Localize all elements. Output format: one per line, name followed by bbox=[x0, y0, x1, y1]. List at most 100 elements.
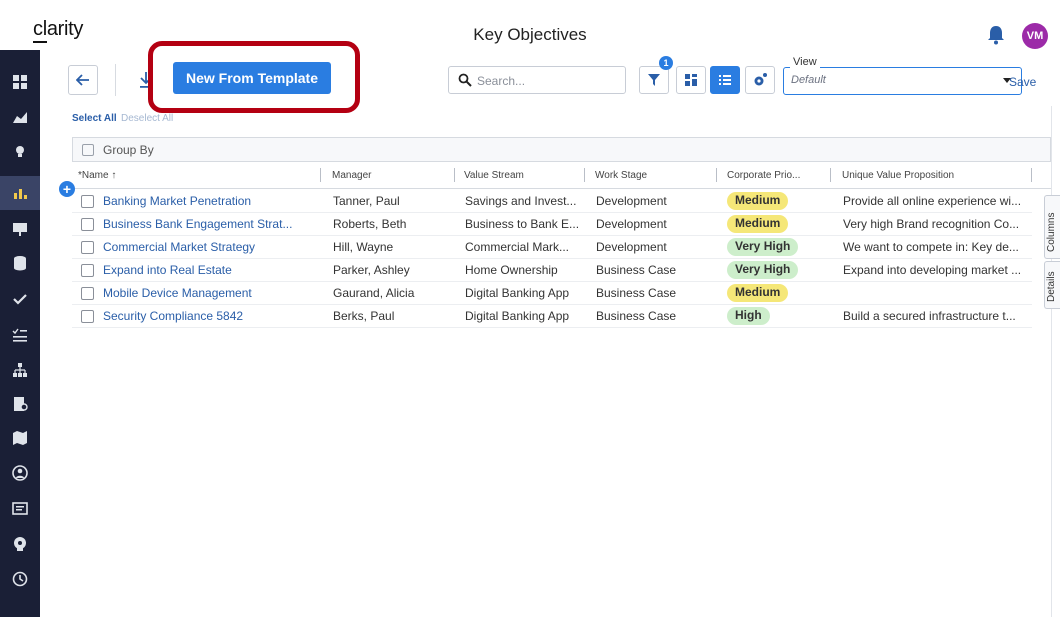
column-header-unique-value-proposition[interactable]: Unique Value Proposition bbox=[842, 170, 954, 181]
row-name-link[interactable]: Security Compliance 5842 bbox=[103, 309, 313, 323]
document-icon[interactable] bbox=[0, 387, 40, 421]
row-uvp: We want to compete in: Key de... bbox=[843, 240, 1019, 254]
gear-icon bbox=[754, 73, 767, 86]
row-value-stream: Digital Banking App bbox=[465, 286, 570, 300]
checklist-icon[interactable] bbox=[0, 318, 40, 352]
row-work-stage: Development bbox=[596, 194, 667, 208]
view-value[interactable]: Default bbox=[791, 74, 826, 86]
panel-border bbox=[1051, 106, 1052, 617]
row-value-stream: Business to Bank E... bbox=[465, 217, 580, 231]
columns-side-tab[interactable]: Columns bbox=[1044, 195, 1060, 259]
chart-area-icon[interactable] bbox=[0, 100, 40, 134]
board-view-button[interactable] bbox=[676, 66, 706, 94]
column-resize-handle[interactable] bbox=[830, 168, 831, 182]
left-sidebar bbox=[0, 50, 40, 617]
column-header-manager[interactable]: Manager bbox=[332, 170, 371, 181]
table-header: *Name ↑ Manager Value Stream Work Stage … bbox=[72, 163, 1051, 189]
row-checkbox[interactable] bbox=[81, 264, 94, 277]
row-name-link[interactable]: Business Bank Engagement Strat... bbox=[103, 217, 313, 231]
team-icon[interactable] bbox=[0, 456, 40, 490]
row-checkbox[interactable] bbox=[81, 287, 94, 300]
presentation-icon[interactable] bbox=[0, 212, 40, 246]
priority-badge: Medium bbox=[727, 284, 789, 302]
row-work-stage: Business Case bbox=[596, 309, 677, 323]
bell-icon[interactable] bbox=[987, 25, 1005, 45]
select-all-link[interactable]: Select All bbox=[72, 113, 117, 124]
deselect-all-link[interactable]: Deselect All bbox=[121, 113, 173, 124]
row-manager: Hill, Wayne bbox=[333, 240, 394, 254]
priority-badge: Medium bbox=[727, 192, 789, 210]
priority-badge: Very High bbox=[727, 238, 799, 256]
row-work-stage: Development bbox=[596, 240, 667, 254]
database-icon[interactable] bbox=[0, 246, 40, 280]
group-icon bbox=[82, 144, 94, 156]
row-work-stage: Business Case bbox=[596, 286, 677, 300]
map-icon[interactable] bbox=[0, 421, 40, 455]
priority-badge: Medium bbox=[727, 215, 789, 233]
arrow-left-icon bbox=[76, 74, 89, 86]
priority-badge: High bbox=[727, 307, 770, 325]
filter-count-badge: 1 bbox=[659, 56, 673, 70]
column-header-corporate-priority[interactable]: Corporate Prio... bbox=[727, 170, 800, 181]
sidebar-collapse-strip bbox=[0, 50, 40, 62]
details-side-tab[interactable]: Details bbox=[1044, 261, 1060, 309]
row-checkbox[interactable] bbox=[81, 218, 94, 231]
row-name-link[interactable]: Mobile Device Management bbox=[103, 286, 313, 300]
brain-icon[interactable] bbox=[0, 527, 40, 561]
configure-button[interactable] bbox=[745, 66, 775, 94]
back-button[interactable] bbox=[68, 65, 98, 95]
highlight-annotation bbox=[148, 41, 360, 113]
search-input[interactable]: Search... bbox=[448, 66, 626, 94]
column-resize-handle[interactable] bbox=[1031, 168, 1032, 182]
row-name-link[interactable]: Commercial Market Strategy bbox=[103, 240, 313, 254]
save-view-button[interactable]: Save bbox=[1009, 75, 1036, 89]
report-icon[interactable] bbox=[0, 492, 40, 526]
row-value-stream: Commercial Mark... bbox=[465, 240, 570, 254]
table-row[interactable]: Security Compliance 5842 Berks, Paul Dig… bbox=[72, 305, 1032, 328]
table-row[interactable]: Expand into Real Estate Parker, Ashley H… bbox=[72, 259, 1032, 282]
avatar[interactable]: VM bbox=[1022, 23, 1048, 49]
row-checkbox[interactable] bbox=[81, 195, 94, 208]
row-manager: Gaurand, Alicia bbox=[333, 286, 415, 300]
column-resize-handle[interactable] bbox=[716, 168, 717, 182]
row-checkbox[interactable] bbox=[81, 241, 94, 254]
row-manager: Parker, Ashley bbox=[333, 263, 410, 277]
check-icon[interactable] bbox=[0, 282, 40, 316]
hierarchy-icon[interactable] bbox=[0, 353, 40, 387]
column-header-work-stage[interactable]: Work Stage bbox=[595, 170, 647, 181]
group-by-bar[interactable]: Group By bbox=[72, 137, 1051, 162]
grid-icon[interactable] bbox=[0, 65, 40, 99]
row-uvp: Very high Brand recognition Co... bbox=[843, 217, 1020, 231]
row-checkbox[interactable] bbox=[81, 310, 94, 323]
details-tab-label: Details bbox=[1046, 271, 1057, 302]
row-name-link[interactable]: Expand into Real Estate bbox=[103, 263, 313, 277]
filter-button[interactable] bbox=[639, 66, 669, 94]
group-by-label: Group By bbox=[103, 143, 154, 157]
row-work-stage: Business Case bbox=[596, 263, 677, 277]
column-resize-handle[interactable] bbox=[584, 168, 585, 182]
table-row[interactable]: Business Bank Engagement Strat... Robert… bbox=[72, 213, 1032, 236]
list-icon bbox=[719, 75, 731, 85]
row-value-stream: Home Ownership bbox=[465, 263, 558, 277]
search-icon bbox=[458, 73, 472, 87]
bar-chart-icon[interactable] bbox=[0, 176, 40, 210]
table-row[interactable]: Mobile Device Management Gaurand, Alicia… bbox=[72, 282, 1032, 305]
table-row[interactable]: Commercial Market Strategy Hill, Wayne C… bbox=[72, 236, 1032, 259]
lightbulb-icon[interactable] bbox=[0, 134, 40, 168]
table-row[interactable]: Banking Market Penetration Tanner, Paul … bbox=[72, 190, 1032, 213]
row-manager: Tanner, Paul bbox=[333, 194, 400, 208]
row-manager: Berks, Paul bbox=[333, 309, 395, 323]
column-header-value-stream[interactable]: Value Stream bbox=[464, 170, 524, 181]
row-value-stream: Savings and Invest... bbox=[465, 194, 577, 208]
column-resize-handle[interactable] bbox=[320, 168, 321, 182]
toolbar-divider bbox=[115, 64, 116, 96]
column-resize-handle[interactable] bbox=[454, 168, 455, 182]
search-placeholder: Search... bbox=[477, 74, 526, 88]
row-work-stage: Development bbox=[596, 217, 667, 231]
column-header-name[interactable]: *Name ↑ bbox=[78, 170, 116, 181]
list-view-button[interactable] bbox=[710, 66, 740, 94]
row-uvp: Provide all online experience wi... bbox=[843, 194, 1022, 208]
row-name-link[interactable]: Banking Market Penetration bbox=[103, 194, 313, 208]
clock-icon[interactable] bbox=[0, 562, 40, 596]
row-uvp: Expand into developing market ... bbox=[843, 263, 1022, 277]
